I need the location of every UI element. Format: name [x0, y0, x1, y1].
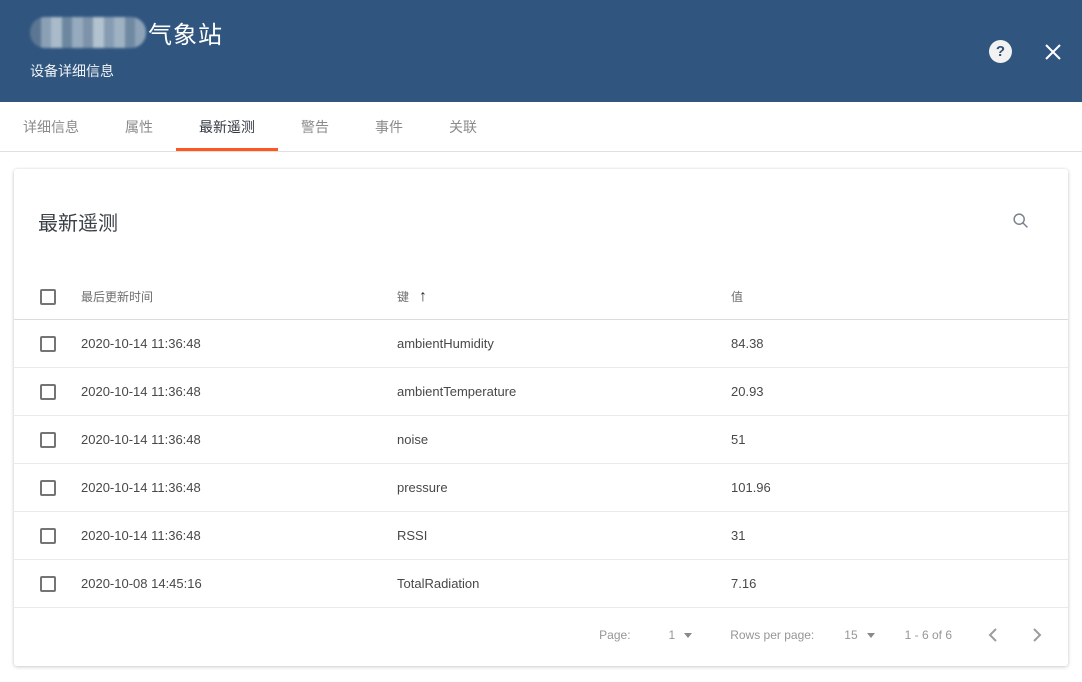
cell-value: 31	[731, 528, 1068, 543]
dialog-title-row: 气象站	[30, 14, 1066, 50]
tab-item-1[interactable]: 属性	[102, 102, 176, 151]
row-checkbox[interactable]	[40, 528, 56, 544]
cell-last-update-time: 2020-10-14 11:36:48	[81, 480, 397, 495]
tab-item-4[interactable]: 事件	[352, 102, 426, 151]
pagination-bar: Page: 1 Rows per page: 15 1 - 6 of 6	[14, 608, 1068, 662]
close-icon[interactable]	[1042, 41, 1064, 63]
cell-last-update-time: 2020-10-14 11:36:48	[81, 528, 397, 543]
cell-last-update-time: 2020-10-14 11:36:48	[81, 384, 397, 399]
chevron-down-icon	[867, 633, 875, 638]
cell-value: 101.96	[731, 480, 1068, 495]
tab-label: 属性	[125, 117, 153, 137]
row-checkbox[interactable]	[40, 432, 56, 448]
column-header-key[interactable]: 键	[397, 288, 409, 305]
cell-key: noise	[397, 432, 731, 447]
cell-last-update-time: 2020-10-14 11:36:48	[81, 432, 397, 447]
tab-label: 关联	[449, 117, 477, 137]
help-icon[interactable]: ?	[989, 40, 1012, 63]
tab-bar: 详细信息 属性 最新遥测 警告 事件 关联	[0, 102, 1082, 152]
row-checkbox[interactable]	[40, 384, 56, 400]
cell-value: 20.93	[731, 384, 1068, 399]
header-actions: ?	[989, 40, 1064, 63]
table-row[interactable]: 2020-10-14 11:36:48 ambientTemperature 2…	[14, 368, 1068, 416]
cell-key: ambientTemperature	[397, 384, 731, 399]
row-checkbox[interactable]	[40, 480, 56, 496]
table-row[interactable]: 2020-10-14 11:36:48 RSSI 31	[14, 512, 1068, 560]
tab-label: 警告	[301, 117, 329, 137]
dialog-subtitle: 设备详细信息	[30, 61, 1066, 81]
cell-value: 84.38	[731, 336, 1068, 351]
tab-item-0[interactable]: 详细信息	[0, 102, 102, 151]
table-row[interactable]: 2020-10-08 14:45:16 TotalRadiation 7.16	[14, 560, 1068, 608]
dialog-body: 最新遥测 最后更新时间 键 ↑ 值 2020-10-14 11:36:48 am…	[0, 152, 1082, 666]
card-title: 最新遥测	[38, 207, 1010, 236]
row-checkbox[interactable]	[40, 336, 56, 352]
sort-arrow-up-icon[interactable]: ↑	[419, 289, 427, 305]
dialog-header: 气象站 设备详细信息 ?	[0, 0, 1082, 102]
select-all-checkbox[interactable]	[40, 289, 56, 305]
rows-per-page-label: Rows per page:	[730, 628, 814, 642]
tab-item-3[interactable]: 警告	[278, 102, 352, 151]
cell-key: TotalRadiation	[397, 576, 731, 591]
row-checkbox[interactable]	[40, 576, 56, 592]
range-label: 1 - 6 of 6	[905, 628, 952, 642]
page-label: Page:	[599, 628, 630, 642]
tab-item-2[interactable]: 最新遥测	[176, 102, 278, 151]
tab-label: 详细信息	[23, 117, 79, 137]
cell-key: ambientHumidity	[397, 336, 731, 351]
tab-item-5[interactable]: 关联	[426, 102, 500, 151]
search-icon[interactable]	[1010, 210, 1034, 234]
redacted-device-name	[30, 17, 146, 48]
cell-key: RSSI	[397, 528, 731, 543]
cell-last-update-time: 2020-10-14 11:36:48	[81, 336, 397, 351]
cell-value: 7.16	[731, 576, 1068, 591]
chevron-right-icon[interactable]	[1024, 623, 1048, 647]
cell-value: 51	[731, 432, 1068, 447]
table-row[interactable]: 2020-10-14 11:36:48 pressure 101.96	[14, 464, 1068, 512]
cell-last-update-time: 2020-10-08 14:45:16	[81, 576, 397, 591]
table-row[interactable]: 2020-10-14 11:36:48 noise 51	[14, 416, 1068, 464]
telemetry-card: 最新遥测 最后更新时间 键 ↑ 值 2020-10-14 11:36:48 am…	[14, 169, 1068, 666]
table-header-row: 最后更新时间 键 ↑ 值	[14, 274, 1068, 320]
tab-label: 最新遥测	[199, 117, 255, 137]
column-header-value[interactable]: 值	[731, 288, 1068, 305]
cell-key: pressure	[397, 480, 731, 495]
chevron-left-icon[interactable]	[982, 623, 1006, 647]
card-header: 最新遥测	[14, 169, 1068, 274]
dialog-title: 气象站	[148, 15, 223, 50]
column-header-time[interactable]: 最后更新时间	[81, 288, 397, 305]
chevron-down-icon	[684, 633, 692, 638]
page-select[interactable]: 1	[669, 628, 693, 642]
tab-label: 事件	[375, 117, 403, 137]
table-row[interactable]: 2020-10-14 11:36:48 ambientHumidity 84.3…	[14, 320, 1068, 368]
table-body: 2020-10-14 11:36:48 ambientHumidity 84.3…	[14, 320, 1068, 608]
rows-per-page-select[interactable]: 15	[844, 628, 874, 642]
